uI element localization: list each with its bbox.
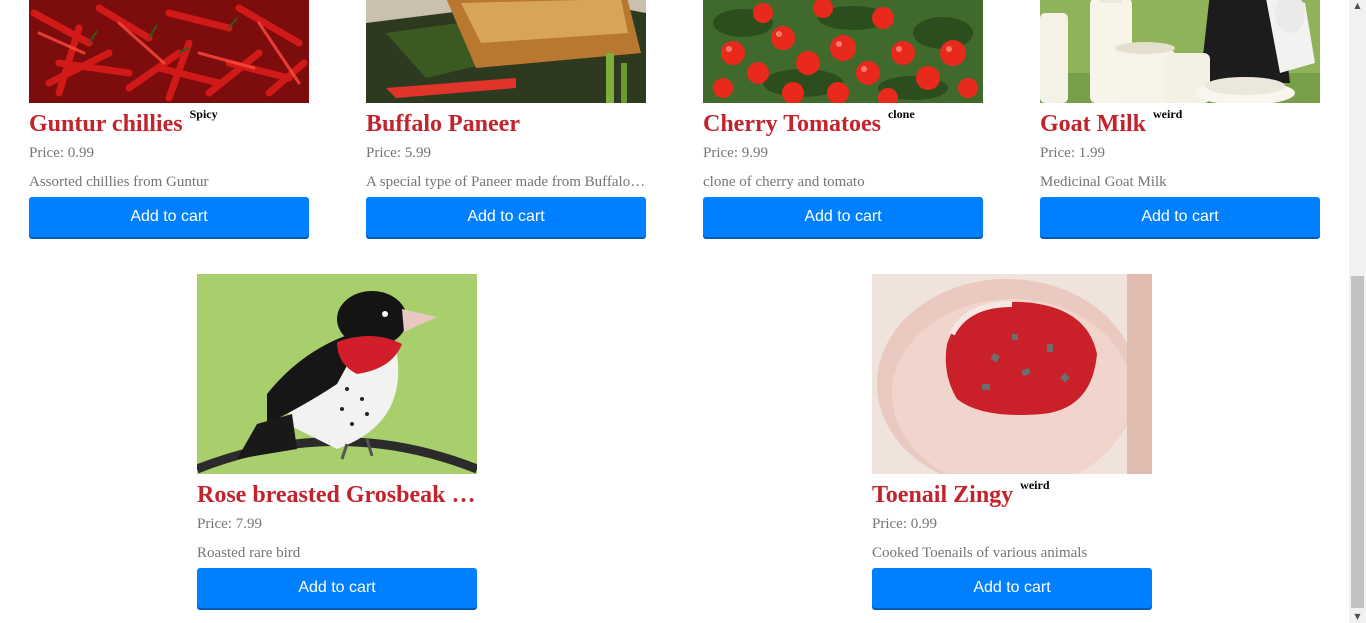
product-card: Rose breasted Grosbeak Roast Price: 7.99… xyxy=(197,274,477,608)
product-title-row: Cherry Tomatoes clone xyxy=(703,107,983,139)
product-image-goat-milk xyxy=(1040,0,1320,103)
product-price: Price: 7.99 xyxy=(197,516,262,532)
product-description: A special type of Paneer made from Buffa… xyxy=(366,174,646,190)
product-tag: weird xyxy=(1020,478,1050,492)
product-card: Guntur chillies Spicy Price: 0.99 Assort… xyxy=(29,0,309,237)
product-title[interactable]: Goat Milk xyxy=(1040,109,1146,139)
product-image-toenail xyxy=(872,274,1152,474)
product-title[interactable]: Guntur chillies xyxy=(29,109,183,139)
product-title[interactable]: Cherry Tomatoes xyxy=(703,109,881,139)
add-to-cart-button[interactable]: Add to cart xyxy=(197,568,477,608)
product-title[interactable]: Rose breasted Grosbeak Roast xyxy=(197,480,477,510)
product-price: Price: 5.99 xyxy=(366,145,431,161)
product-title[interactable]: Toenail Zingy xyxy=(872,480,1013,510)
add-to-cart-button[interactable]: Add to cart xyxy=(872,568,1152,608)
add-to-cart-button[interactable]: Add to cart xyxy=(1040,197,1320,237)
product-title-row: Rose breasted Grosbeak Roast xyxy=(197,480,477,510)
add-to-cart-button[interactable]: Add to cart xyxy=(29,197,309,237)
product-description: Roasted rare bird xyxy=(197,545,301,561)
product-tag: weird xyxy=(1153,107,1183,121)
product-card: Cherry Tomatoes clone Price: 9.99 clone … xyxy=(703,0,983,237)
product-title[interactable]: Buffalo Paneer xyxy=(366,109,520,139)
product-image-paneer xyxy=(366,0,646,103)
product-description: clone of cherry and tomato xyxy=(703,174,865,190)
product-image-grosbeak xyxy=(197,274,477,474)
product-description: Cooked Toenails of various animals xyxy=(872,545,1088,561)
product-image-chillies xyxy=(29,0,309,103)
product-title-row: Guntur chillies Spicy xyxy=(29,107,309,139)
add-to-cart-button[interactable]: Add to cart xyxy=(703,197,983,237)
product-card: Goat Milk weird Price: 1.99 Medicinal Go… xyxy=(1040,0,1320,237)
add-to-cart-button[interactable]: Add to cart xyxy=(366,197,646,237)
scroll-down-arrow-icon[interactable]: ▼ xyxy=(1349,611,1366,623)
product-tag: Spicy xyxy=(189,107,218,121)
product-image-tomatoes xyxy=(703,0,983,103)
product-price: Price: 0.99 xyxy=(872,516,937,532)
product-title-row: Buffalo Paneer xyxy=(366,109,646,139)
product-title-row: Toenail Zingy weird xyxy=(872,478,1152,510)
product-title-row: Goat Milk weird xyxy=(1040,107,1320,139)
scrollbar-thumb[interactable] xyxy=(1351,276,1364,608)
vertical-scrollbar[interactable]: ▲ ▼ xyxy=(1349,0,1366,623)
product-description: Assorted chillies from Guntur xyxy=(29,174,209,190)
product-price: Price: 9.99 xyxy=(703,145,768,161)
product-price: Price: 0.99 xyxy=(29,145,94,161)
product-tag: clone xyxy=(887,107,915,121)
product-price: Price: 1.99 xyxy=(1040,145,1105,161)
product-card: Buffalo Paneer Price: 5.99 A special typ… xyxy=(366,0,646,237)
product-description: Medicinal Goat Milk xyxy=(1040,174,1167,190)
scroll-up-arrow-icon[interactable]: ▲ xyxy=(1349,0,1366,12)
product-grid-page: Guntur chillies Spicy Price: 0.99 Assort… xyxy=(0,0,1366,623)
product-card: Toenail Zingy weird Price: 0.99 Cooked T… xyxy=(872,274,1152,608)
